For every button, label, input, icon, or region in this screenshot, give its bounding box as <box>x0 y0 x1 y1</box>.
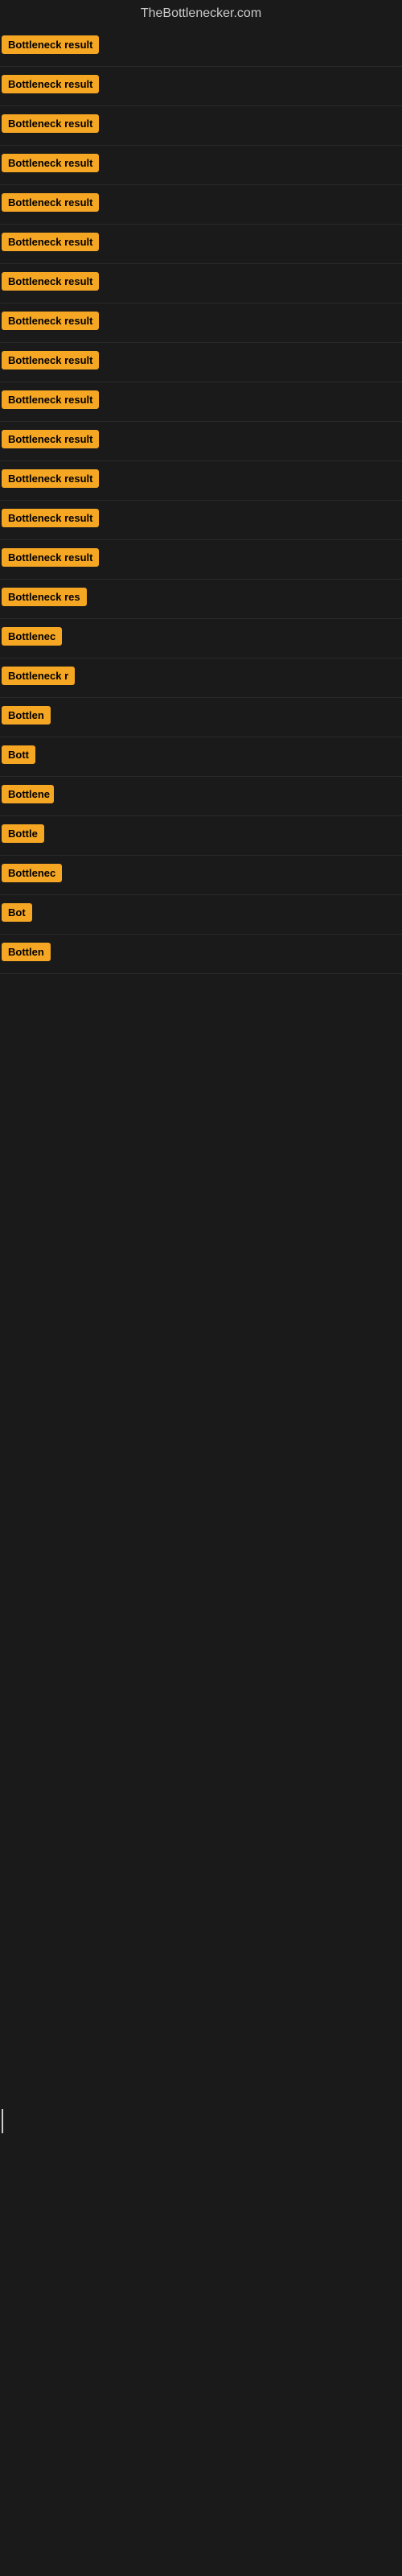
cursor-indicator <box>2 2109 3 2133</box>
bottleneck-badge[interactable]: Bott <box>2 745 35 764</box>
bottleneck-badge[interactable]: Bottleneck result <box>2 272 99 291</box>
list-item[interactable]: Bottleneck result <box>0 382 402 422</box>
list-item[interactable]: Bottlen <box>0 698 402 737</box>
bottleneck-badge[interactable]: Bottlenec <box>2 627 62 646</box>
site-title: TheBottlenecker.com <box>0 0 402 27</box>
list-item[interactable]: Bottle <box>0 816 402 856</box>
list-item[interactable]: Bottleneck result <box>0 343 402 382</box>
bottleneck-badge[interactable]: Bottleneck result <box>2 390 99 409</box>
bottleneck-badge[interactable]: Bottleneck result <box>2 548 99 567</box>
list-item[interactable]: Bottleneck result <box>0 540 402 580</box>
list-item[interactable]: Bottleneck result <box>0 264 402 303</box>
bottleneck-badge[interactable]: Bottleneck result <box>2 154 99 172</box>
bottleneck-badge[interactable]: Bottleneck res <box>2 588 87 606</box>
bottleneck-badge[interactable]: Bottleneck result <box>2 114 99 133</box>
list-item[interactable]: Bottlenec <box>0 856 402 895</box>
list-item[interactable]: Bot <box>0 895 402 935</box>
list-item[interactable]: Bottleneck result <box>0 27 402 67</box>
list-item[interactable]: Bottleneck result <box>0 67 402 106</box>
bottleneck-badge[interactable]: Bottleneck result <box>2 75 99 93</box>
bottleneck-list: Bottleneck result Bottleneck result Bottle… <box>0 27 402 974</box>
list-item[interactable]: Bottlene <box>0 777 402 816</box>
bottleneck-badge[interactable]: Bottleneck result <box>2 193 99 212</box>
bottleneck-badge[interactable]: Bottlene <box>2 785 54 803</box>
bottleneck-badge[interactable]: Bottlenec <box>2 864 62 882</box>
list-item[interactable]: Bott <box>0 737 402 777</box>
list-item[interactable]: Bottleneck result <box>0 501 402 540</box>
bottleneck-badge[interactable]: Bottle <box>2 824 44 843</box>
list-item[interactable]: Bottlen <box>0 935 402 974</box>
bottleneck-badge[interactable]: Bottleneck result <box>2 509 99 527</box>
list-item[interactable]: Bottleneck result <box>0 185 402 225</box>
list-item[interactable]: Bottleneck result <box>0 422 402 461</box>
list-item[interactable]: Bottleneck result <box>0 146 402 185</box>
bottleneck-badge[interactable]: Bottlen <box>2 943 51 961</box>
bottleneck-badge[interactable]: Bottleneck r <box>2 667 75 685</box>
bottleneck-badge[interactable]: Bottleneck result <box>2 351 99 369</box>
bottleneck-badge[interactable]: Bottleneck result <box>2 430 99 448</box>
bottleneck-badge[interactable]: Bottleneck result <box>2 469 99 488</box>
bottleneck-badge[interactable]: Bot <box>2 903 32 922</box>
list-item[interactable]: Bottleneck result <box>0 461 402 501</box>
bottleneck-badge[interactable]: Bottleneck result <box>2 233 99 251</box>
list-item[interactable]: Bottleneck result <box>0 303 402 343</box>
list-item[interactable]: Bottlenec <box>0 619 402 658</box>
list-item[interactable]: Bottleneck result <box>0 225 402 264</box>
bottleneck-badge[interactable]: Bottleneck result <box>2 35 99 54</box>
list-item[interactable]: Bottleneck result <box>0 106 402 146</box>
list-item[interactable]: Bottleneck r <box>0 658 402 698</box>
bottleneck-badge[interactable]: Bottlen <box>2 706 51 724</box>
list-item[interactable]: Bottleneck res <box>0 580 402 619</box>
bottleneck-badge[interactable]: Bottleneck result <box>2 312 99 330</box>
